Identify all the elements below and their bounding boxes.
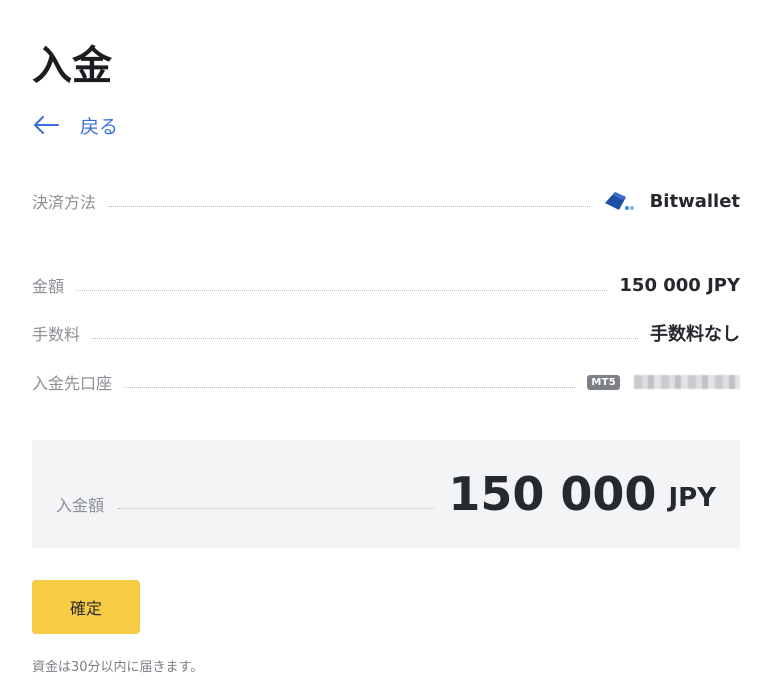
- mt5-badge: MT5: [587, 374, 620, 390]
- masked-account-number: [634, 375, 740, 389]
- arrow-left-icon: [34, 116, 59, 134]
- summary-currency: JPY: [668, 483, 716, 513]
- account-row: 入金先口座 MT5: [32, 367, 740, 397]
- leader-dots: [118, 507, 435, 509]
- payment-method-name: Bitwallet: [649, 190, 740, 212]
- fee-label: 手数料: [32, 325, 81, 344]
- leader-dots: [92, 337, 638, 339]
- bitwallet-logo-icon: [604, 192, 634, 210]
- summary-amount: 150 000: [448, 467, 657, 521]
- amount-label: 金額: [32, 277, 65, 296]
- amount-row: 金額 150 000 JPY: [32, 270, 740, 300]
- confirm-button[interactable]: 確定: [32, 580, 140, 634]
- leader-dots: [124, 386, 576, 388]
- leader-dots: [108, 205, 590, 207]
- fee-value: 手数料なし: [650, 324, 740, 345]
- payment-method-label: 決済方法: [32, 193, 97, 212]
- payment-method-value: Bitwallet: [602, 189, 740, 213]
- leader-dots: [76, 289, 608, 291]
- fee-row: 手数料 手数料なし: [32, 318, 740, 348]
- account-value: MT5: [587, 374, 740, 390]
- amount-value: 150 000 JPY: [619, 274, 740, 296]
- summary-label: 入金額: [56, 496, 105, 515]
- back-link[interactable]: 戻る: [32, 110, 118, 140]
- payment-method-row: 決済方法 Bitwallet: [32, 186, 740, 216]
- deposit-summary: 入金額 150 000 JPY: [32, 440, 740, 548]
- delivery-note: 資金は30分以内に届きます。: [32, 660, 204, 675]
- account-label: 入金先口座: [32, 374, 113, 393]
- back-label: 戻る: [80, 115, 119, 138]
- page-title: 入金: [32, 43, 112, 89]
